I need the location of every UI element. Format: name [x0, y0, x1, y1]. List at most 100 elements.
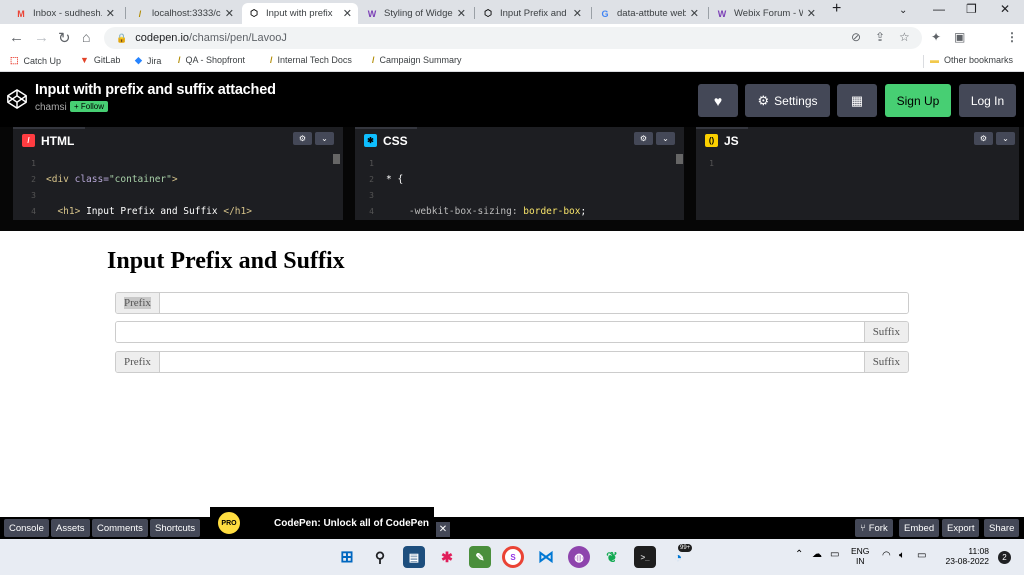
promo-banner[interactable]: PRO CodePen: Unlock all of CodePen — [210, 507, 434, 539]
clock[interactable]: 11:08 23-08-2022 — [941, 546, 989, 566]
gear-icon[interactable]: ⚙ — [634, 132, 653, 145]
notifications-count[interactable]: 2 — [998, 551, 1011, 564]
tab-google-search[interactable]: G data-attbute web ✕ — [593, 3, 705, 24]
close-icon[interactable]: ✕ — [573, 7, 582, 20]
bookmark-gitlab[interactable]: ▼ GitLab — [80, 55, 120, 65]
page-icon: / — [178, 55, 181, 65]
embed-button[interactable]: Embed — [899, 519, 940, 537]
settings-button[interactable]: ⚙ Settings — [745, 84, 830, 117]
pen-title[interactable]: Input with prefix and suffix attached — [35, 82, 276, 98]
restore-icon[interactable]: ❐ — [966, 2, 977, 16]
code-line: <div class="container"> — [46, 174, 178, 185]
share-icon[interactable]: ⇪ — [875, 30, 885, 44]
gear-icon: ⚙ — [757, 92, 770, 108]
tab-webix-styling[interactable]: W Styling of Widge ✕ — [360, 3, 472, 24]
scrollbar[interactable] — [333, 154, 340, 164]
back-icon[interactable]: ← — [9, 29, 24, 46]
shortcuts-button[interactable]: Shortcuts — [150, 519, 201, 537]
bookmark-jira[interactable]: ◆ Jira — [135, 55, 161, 66]
suffix-addon: Suffix — [863, 322, 908, 342]
bookmarks-bar: ⬚ Catch Up ▼ GitLab ◆ Jira / QA - Shopfront … — [0, 52, 1024, 72]
fork-icon: ⑂ — [860, 522, 866, 534]
close-icon[interactable]: ✕ — [106, 7, 115, 20]
tab-input-prefix-2[interactable]: ⬡ Input Prefix and S ✕ — [476, 3, 588, 24]
codepen-logo-icon[interactable] — [6, 88, 28, 110]
chevron-down-icon[interactable]: ⌄ — [315, 132, 334, 145]
login-button[interactable]: Log In — [959, 84, 1016, 117]
tab-localhost[interactable]: / localhost:3333/ch ✕ — [128, 3, 240, 24]
close-icon[interactable]: ✕ — [690, 7, 699, 20]
close-icon[interactable]: ✕ — [807, 7, 816, 20]
gear-icon[interactable]: ⚙ — [293, 132, 312, 145]
github-icon[interactable]: ◍ — [568, 546, 590, 568]
share-button[interactable]: Share — [984, 519, 1020, 537]
vscode-icon[interactable]: ⋈ — [535, 546, 557, 568]
new-tab-button[interactable]: + — [832, 0, 841, 18]
bookmark-internal-tech-docs[interactable]: / Internal Tech Docs — [270, 55, 352, 65]
onedrive-icon[interactable]: ▭ — [830, 549, 839, 560]
prefix-suffix-input[interactable] — [159, 352, 864, 372]
author-name[interactable]: chamsi — [35, 102, 67, 113]
assets-button[interactable]: Assets — [51, 519, 90, 537]
notepad-icon[interactable]: ✎ — [469, 546, 491, 568]
heart-button[interactable]: ♥ — [698, 84, 738, 117]
chevron-up-icon[interactable]: ⌃ — [795, 549, 803, 560]
search-icon[interactable]: ⚲ — [369, 546, 391, 568]
suffix-input[interactable] — [116, 322, 864, 342]
layout-button[interactable]: ▦ — [837, 84, 877, 117]
home-icon[interactable]: ⌂ — [82, 29, 90, 45]
language-indicator[interactable]: ENG IN — [851, 546, 869, 566]
extensions-icon[interactable]: ✦ — [931, 30, 941, 44]
mongodb-icon[interactable]: ❦ — [601, 546, 623, 568]
console-button[interactable]: Console — [4, 519, 49, 537]
terminal-icon[interactable]: >_ — [634, 546, 656, 568]
bookmark-catch-up[interactable]: ⬚ Catch Up — [10, 55, 61, 66]
url-field[interactable]: 🔒 codepen.io/chamsi/pen/LavooJ — [104, 27, 922, 49]
sidepanel-icon[interactable]: ▣ — [954, 30, 965, 44]
promo-text: CodePen: Unlock all of CodePen — [274, 517, 430, 529]
suffix-input-group: Suffix — [115, 321, 909, 343]
chevron-down-icon[interactable]: ⌄ — [996, 132, 1015, 145]
menu-icon[interactable]: ⋮ — [1006, 30, 1018, 44]
comments-button[interactable]: Comments — [92, 519, 148, 537]
gear-icon[interactable]: ⚙ — [974, 132, 993, 145]
follow-button[interactable]: + Follow — [70, 101, 109, 112]
fork-button[interactable]: ⑂ Fork — [855, 519, 893, 537]
export-button[interactable]: Export — [942, 519, 980, 537]
battery-icon[interactable]: ▭ — [917, 550, 926, 561]
other-bookmarks[interactable]: ▬ Other bookmarks — [930, 55, 1013, 65]
line-numbers: 1 — [709, 159, 714, 168]
tab-search-icon[interactable]: ⌄ — [899, 5, 907, 16]
gitlab-icon: ▼ — [80, 55, 89, 65]
close-window-icon[interactable]: ✕ — [1000, 2, 1010, 16]
cloud-icon[interactable]: ☁ — [812, 549, 822, 560]
close-icon[interactable]: ✕ — [343, 7, 352, 20]
tab-input-prefix[interactable]: ⬡ Input with prefix ✕ — [242, 3, 358, 24]
scrollbar[interactable] — [676, 154, 683, 164]
tab-divider — [708, 7, 709, 19]
slack-icon[interactable]: ✱ — [436, 546, 458, 568]
eye-off-icon[interactable]: ⊘ — [851, 30, 861, 44]
forward-icon[interactable]: → — [34, 29, 49, 46]
close-icon[interactable]: ✕ — [457, 7, 466, 20]
signup-button[interactable]: Sign Up — [885, 84, 951, 117]
reload-icon[interactable]: ↻ — [58, 29, 71, 47]
wifi-icon[interactable]: ◠ — [882, 550, 891, 561]
folder-icon: ▬ — [930, 55, 939, 65]
tab-gmail[interactable]: M Inbox - sudhesh.k ✕ — [9, 3, 121, 24]
chrome-icon[interactable]: S — [502, 546, 524, 568]
minimize-icon[interactable]: — — [933, 2, 945, 16]
close-icon[interactable]: ✕ — [436, 522, 450, 537]
volume-icon[interactable]: 🔈︎ — [899, 550, 905, 561]
suffix-addon: Suffix — [863, 352, 908, 372]
code-line: -webkit-box-sizing: border-box; — [408, 206, 587, 217]
bookmark-campaign-summary[interactable]: / Campaign Summary — [372, 55, 462, 65]
tab-webix-forum[interactable]: W Webix Forum - W ✕ — [710, 3, 822, 24]
chevron-down-icon[interactable]: ⌄ — [656, 132, 675, 145]
star-icon[interactable]: ☆ — [899, 30, 910, 44]
app-icon[interactable]: ▤ — [403, 546, 425, 568]
bookmark-qa-shopfront[interactable]: / QA - Shopfront — [178, 55, 245, 65]
prefix-input[interactable] — [159, 293, 908, 313]
close-icon[interactable]: ✕ — [225, 7, 234, 20]
start-icon[interactable]: ⊞ — [336, 546, 358, 568]
